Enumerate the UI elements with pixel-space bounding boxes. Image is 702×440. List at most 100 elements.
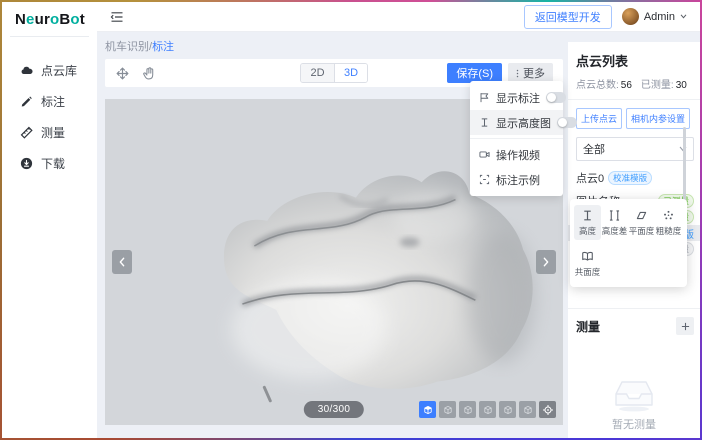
tool-label: 粗糙度 <box>655 225 682 237</box>
breadcrumb-parent[interactable]: 机车识别 <box>105 41 149 53</box>
next-image-button[interactable] <box>536 250 556 274</box>
view-front-button[interactable] <box>439 401 456 418</box>
tool-height[interactable]: 高度 <box>574 205 601 240</box>
view-right-button[interactable] <box>499 401 516 418</box>
stat-total-label: 点云总数: <box>576 80 619 91</box>
view-back-button[interactable] <box>459 401 476 418</box>
tool-roughness[interactable]: 粗糙度 <box>655 205 682 240</box>
measure-section-header: 测量 <box>576 317 694 335</box>
avatar <box>622 8 639 25</box>
collapse-sidebar-icon[interactable] <box>110 10 124 24</box>
sidebar: NeuroBot 点云库 标注 测量 下载 <box>2 2 97 438</box>
sidebar-item-download[interactable]: 下载 <box>2 148 97 179</box>
main-area: 返回模型开发 Admin 机车识别/标注 2D 3D <box>97 2 700 438</box>
measure-tools-popup: 高度 高度差 平面度 粗糙度 <box>570 199 687 287</box>
sidebar-nav: 点云库 标注 测量 下载 <box>2 37 97 179</box>
filter-select[interactable]: 全部 <box>576 137 694 161</box>
logo-text: t <box>80 11 85 28</box>
hand-grab-icon[interactable] <box>142 66 157 81</box>
menu-item-label: 显示标注 <box>496 90 540 106</box>
coplanarity-book-icon <box>581 250 594 263</box>
logo-gear-o1: o <box>50 11 59 28</box>
sidebar-item-label: 下载 <box>41 155 65 172</box>
pointcloud-panel: 点云列表 点云总数:56 已测量:30 上传点云 相机内参设置 全部 点云0 校… <box>568 42 700 438</box>
menu-item-label: 显示高度图 <box>496 115 551 131</box>
save-button[interactable]: 保存(S) <box>447 63 502 83</box>
view-3d-button[interactable]: 3D <box>334 64 367 82</box>
menu-item-annotation-example[interactable]: 标注示例 <box>470 167 563 192</box>
view-2d-button[interactable]: 2D <box>301 64 334 82</box>
view-top-button[interactable] <box>519 401 536 418</box>
workspace: 机车识别/标注 2D 3D 保存(S) 更多 <box>97 32 700 438</box>
video-icon <box>479 149 490 160</box>
height-ibeam-icon <box>479 117 490 128</box>
measure-divider <box>568 308 700 309</box>
cube-solid-icon <box>422 404 434 416</box>
sidebar-item-annotate[interactable]: 标注 <box>2 86 97 117</box>
more-button[interactable]: 更多 <box>508 63 553 83</box>
tool-label: 高度 <box>574 225 601 237</box>
logo-text: ur <box>35 11 50 28</box>
menu-item-show-heightmap[interactable]: 显示高度图 <box>470 110 563 135</box>
user-menu[interactable]: Admin <box>622 8 687 25</box>
upload-pointcloud-button[interactable]: 上传点云 <box>576 108 622 129</box>
tool-flatness[interactable]: 平面度 <box>628 205 655 240</box>
username: Admin <box>644 11 675 23</box>
stat-measured: 已测量:30 <box>641 76 687 91</box>
height-ibeam-icon <box>581 209 594 222</box>
empty-text: 暂无测量 <box>612 419 656 431</box>
logo-gear-o2: o <box>70 11 79 28</box>
add-measurement-button[interactable] <box>676 317 694 335</box>
pan-move-icon[interactable] <box>115 66 130 81</box>
back-to-model-dev-button[interactable]: 返回模型开发 <box>524 5 612 29</box>
frame-counter-badge: 30/300 <box>304 401 364 418</box>
show-heightmap-toggle[interactable] <box>557 117 577 128</box>
group-name: 点云0 <box>576 170 604 186</box>
logo-text: B <box>59 11 70 28</box>
sidebar-item-label: 测量 <box>41 124 65 141</box>
ruler-icon <box>20 126 33 139</box>
stat-total: 点云总数:56 <box>576 76 632 91</box>
menu-item-tutorial-video[interactable]: 操作视频 <box>470 142 563 167</box>
menu-item-label: 标注示例 <box>496 172 554 188</box>
toolbar-right-group: 保存(S) 更多 <box>447 63 553 83</box>
sidebar-item-measure[interactable]: 测量 <box>2 117 97 148</box>
reset-view-button[interactable] <box>539 401 556 418</box>
panel-actions: 上传点云 相机内参设置 <box>576 108 694 129</box>
panel-stats: 点云总数:56 已测量:30 <box>576 76 694 91</box>
cube-top-icon <box>522 404 534 416</box>
logo-gear-e: e <box>26 11 35 28</box>
frame-corners-icon <box>479 174 490 185</box>
cube-front-icon <box>442 404 454 416</box>
topbar: 返回模型开发 Admin <box>97 2 700 32</box>
cube-left-icon <box>482 404 494 416</box>
pointcloud-group-row[interactable]: 点云0 校准模版 <box>576 170 694 186</box>
menu-item-show-annotations[interactable]: 显示标注 <box>470 85 563 110</box>
menu-divider <box>470 138 563 139</box>
sidebar-item-label: 标注 <box>41 93 65 110</box>
tool-label: 共面度 <box>574 266 601 278</box>
tool-label: 高度差 <box>601 225 628 237</box>
logo-text: N <box>15 11 26 28</box>
prev-image-button[interactable] <box>112 250 132 274</box>
breadcrumb-current: 标注 <box>152 41 174 53</box>
view-left-button[interactable] <box>479 401 496 418</box>
pen-icon <box>20 95 33 108</box>
view-cube-default-button[interactable] <box>419 401 436 418</box>
measure-title: 测量 <box>576 318 600 335</box>
cube-back-icon <box>462 404 474 416</box>
height-diff-icon <box>608 209 621 222</box>
breadcrumb: 机车识别/标注 <box>105 32 563 59</box>
tool-coplanarity[interactable]: 共面度 <box>574 246 601 281</box>
sidebar-item-pointcloud-library[interactable]: 点云库 <box>2 55 97 86</box>
measure-empty-state: 暂无测量 <box>568 377 700 432</box>
stat-total-value: 56 <box>621 80 632 91</box>
tool-height-diff[interactable]: 高度差 <box>601 205 628 240</box>
filter-selected-value: 全部 <box>583 141 605 157</box>
cloud-icon <box>20 64 33 77</box>
stat-measured-label: 已测量: <box>641 80 674 91</box>
camera-intrinsics-button[interactable]: 相机内参设置 <box>626 108 690 129</box>
view-orientation-buttons <box>419 401 556 418</box>
show-annotations-toggle[interactable] <box>546 92 566 103</box>
sidebar-item-label: 点云库 <box>41 62 77 79</box>
